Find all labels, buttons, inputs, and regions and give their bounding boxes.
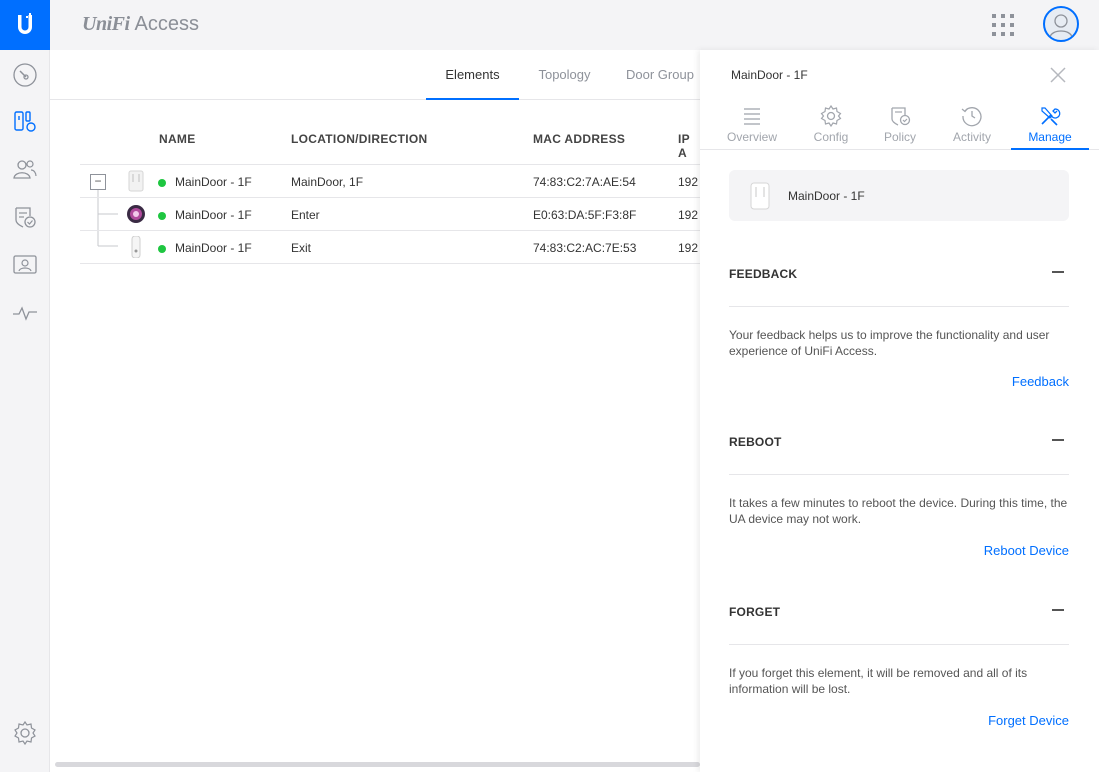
sidebar-item-devices[interactable] (0, 99, 50, 145)
forget-section-title: FORGET (729, 605, 781, 619)
tab-overview-label: Overview (726, 130, 777, 144)
sidebar-item-activity[interactable] (0, 290, 50, 336)
panel-tabs: Overview Config Policy Activity Manage (700, 100, 1099, 150)
ubiquiti-logo-icon[interactable] (0, 0, 50, 50)
device-mac: E0:63:DA:5F:F3:8F (533, 208, 637, 222)
tab-policy[interactable]: Policy (861, 100, 939, 150)
sidebar-item-policies[interactable] (0, 194, 50, 240)
tab-config[interactable]: Config (792, 100, 870, 150)
brand-unifi: UniFi (82, 13, 130, 35)
table-row[interactable]: − MainDoor - 1F MainDoor, 1F 74:83:C2:7A… (80, 164, 700, 197)
device-name: MainDoor - 1F (175, 175, 252, 189)
feedback-collapse-icon[interactable] (1052, 265, 1066, 279)
sidebar (0, 50, 50, 772)
table-row[interactable]: MainDoor - 1F Enter E0:63:DA:5F:F3:8F 19… (80, 197, 700, 230)
policy-shield-icon (891, 107, 911, 126)
divider (729, 306, 1069, 307)
column-header-ip[interactable]: IP A (678, 132, 700, 160)
reboot-device-button[interactable]: Reboot Device (984, 543, 1069, 558)
feedback-link[interactable]: Feedback (1012, 374, 1069, 389)
reboot-section-title: REBOOT (729, 435, 782, 449)
device-ip: 192 (678, 175, 699, 189)
status-online-indicator (158, 212, 166, 220)
tab-config-label: Config (813, 130, 849, 144)
tools-icon (1041, 107, 1061, 126)
device-location: MainDoor, 1F (291, 175, 364, 189)
tab-manage[interactable]: Manage (1011, 100, 1089, 150)
activity-icon (13, 306, 37, 321)
users-icon (13, 160, 37, 179)
feedback-description: Your feedback helps us to improve the fu… (729, 328, 1050, 358)
column-header-location[interactable]: LOCATION/DIRECTION (291, 132, 428, 146)
device-location: Exit (291, 241, 312, 255)
list-icon (744, 108, 760, 125)
user-icon (1049, 14, 1073, 38)
visitors-icon (13, 255, 37, 274)
forget-collapse-icon[interactable] (1052, 603, 1066, 617)
tab-door-group[interactable]: Door Group (626, 50, 706, 100)
device-name: MainDoor - 1F (175, 208, 252, 222)
reboot-collapse-icon[interactable] (1052, 433, 1066, 447)
feedback-section-title: FEEDBACK (729, 267, 798, 281)
tab-manage-label: Manage (1028, 130, 1072, 144)
reader-lite-icon (131, 236, 141, 258)
device-mac: 74:83:C2:AC:7E:53 (533, 241, 637, 255)
device-ip: 192 (678, 208, 699, 222)
status-online-indicator (158, 179, 166, 187)
sidebar-item-settings[interactable] (0, 710, 50, 756)
divider (729, 644, 1069, 645)
tab-topology[interactable]: Topology (528, 50, 601, 100)
top-bar: UniFi Access (0, 0, 1099, 50)
forget-device-button[interactable]: Forget Device (988, 713, 1069, 728)
apps-grid-icon[interactable] (992, 14, 1014, 36)
gear-icon (820, 105, 842, 127)
close-icon[interactable] (1048, 65, 1068, 85)
tab-activity-label: Activity (952, 130, 991, 144)
sidebar-item-users[interactable] (0, 146, 50, 192)
history-icon (961, 107, 982, 127)
devices-icon (14, 111, 36, 132)
sidebar-item-dashboard[interactable] (0, 52, 50, 98)
panel-title: MainDoor - 1F (731, 68, 808, 82)
device-name: MainDoor - 1F (175, 241, 252, 255)
column-header-name[interactable]: NAME (159, 132, 196, 146)
hub-device-icon (128, 170, 144, 192)
status-online-indicator (158, 245, 166, 253)
tab-policy-label: Policy (883, 130, 916, 144)
divider (729, 474, 1069, 475)
policies-icon (15, 207, 36, 228)
device-card-name: MainDoor - 1F (788, 189, 865, 203)
pro-reader-icon (127, 205, 145, 223)
app-brand: UniFi Access (82, 13, 199, 36)
horizontal-scrollbar[interactable] (55, 762, 700, 767)
device-mac: 74:83:C2:7A:AE:54 (533, 175, 636, 189)
brand-access: Access (134, 13, 199, 35)
dashboard-icon (13, 63, 37, 87)
table-row[interactable]: MainDoor - 1F Exit 74:83:C2:AC:7E:53 192 (80, 230, 700, 264)
device-ip: 192 (678, 241, 699, 255)
tab-overview[interactable]: Overview (713, 100, 791, 150)
reboot-description: It takes a few minutes to reboot the dev… (729, 496, 1068, 526)
user-avatar[interactable] (1043, 6, 1079, 42)
column-header-mac[interactable]: MAC ADDRESS (533, 132, 625, 146)
forget-description: If you forget this element, it will be r… (729, 666, 1028, 696)
device-card: MainDoor - 1F (729, 170, 1069, 221)
device-location: Enter (291, 208, 320, 222)
tab-activity[interactable]: Activity (933, 100, 1011, 150)
main-tabs: Elements Topology Door Group (50, 50, 700, 100)
sidebar-item-visitors[interactable] (0, 242, 50, 288)
tab-elements[interactable]: Elements (426, 50, 519, 100)
collapse-toggle[interactable]: − (90, 174, 106, 190)
settings-icon (14, 720, 36, 746)
device-detail-panel: MainDoor - 1F Overview Config Policy Act… (700, 50, 1099, 772)
hub-device-icon (750, 182, 770, 210)
